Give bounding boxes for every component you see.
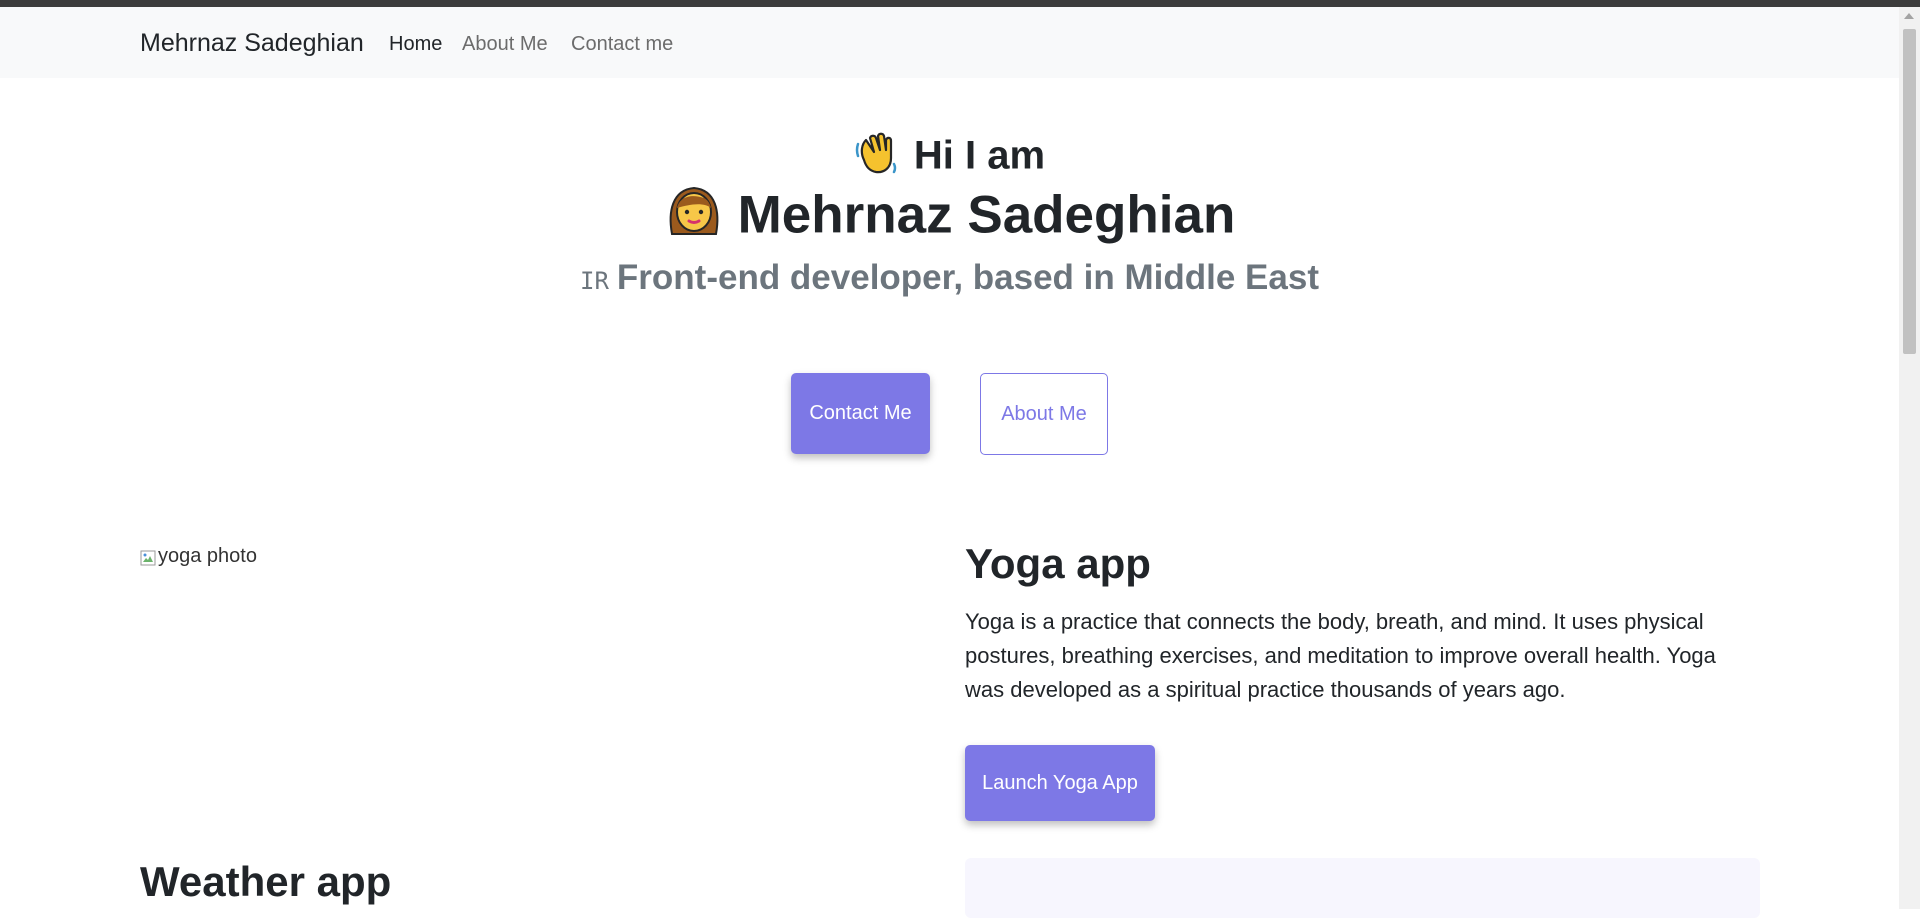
flag-iran-icon: IR xyxy=(580,267,609,295)
role-subtitle: IR Front-end developer, based in Middle E… xyxy=(0,258,1899,298)
page-scrollbar[interactable] xyxy=(1899,7,1920,909)
yoga-photo-broken-image: yoga photo xyxy=(140,545,257,568)
yoga-app-title: Yoga app xyxy=(965,540,1151,587)
navbar: Mehrnaz Sadeghian Home About Me Contact … xyxy=(0,7,1899,78)
yoga-app-description: Yoga is a practice that connects the bod… xyxy=(965,609,1716,702)
name-text: Mehrnaz Sadeghian xyxy=(737,185,1236,245)
greeting-heading: Hi I am xyxy=(0,130,1899,186)
waving-hand-icon xyxy=(854,130,900,186)
launch-yoga-app-button[interactable]: Launch Yoga App xyxy=(965,745,1155,821)
contact-me-button[interactable]: Contact Me xyxy=(791,373,930,454)
greeting-text: Hi I am xyxy=(913,133,1046,178)
nav-link-contact-me[interactable]: Contact me xyxy=(571,33,673,56)
nav-link-home[interactable]: Home xyxy=(389,33,442,56)
broken-image-icon xyxy=(140,549,156,565)
yoga-photo-alt-text: yoga photo xyxy=(158,545,257,567)
weather-app-title: Weather app xyxy=(140,858,392,905)
scroll-thumb[interactable] xyxy=(1903,29,1916,354)
scroll-up-arrow-icon[interactable] xyxy=(1904,13,1914,19)
about-me-button[interactable]: About Me xyxy=(980,373,1108,455)
navbar-brand[interactable]: Mehrnaz Sadeghian xyxy=(140,29,364,58)
name-heading: Mehrnaz Sadeghian xyxy=(0,182,1899,255)
browser-top-strip xyxy=(0,0,1920,7)
nav-link-about-me[interactable]: About Me xyxy=(462,33,548,56)
weather-app-panel xyxy=(965,858,1760,918)
role-text: Front-end developer, based in Middle Eas… xyxy=(616,258,1319,297)
woman-icon xyxy=(664,182,724,255)
